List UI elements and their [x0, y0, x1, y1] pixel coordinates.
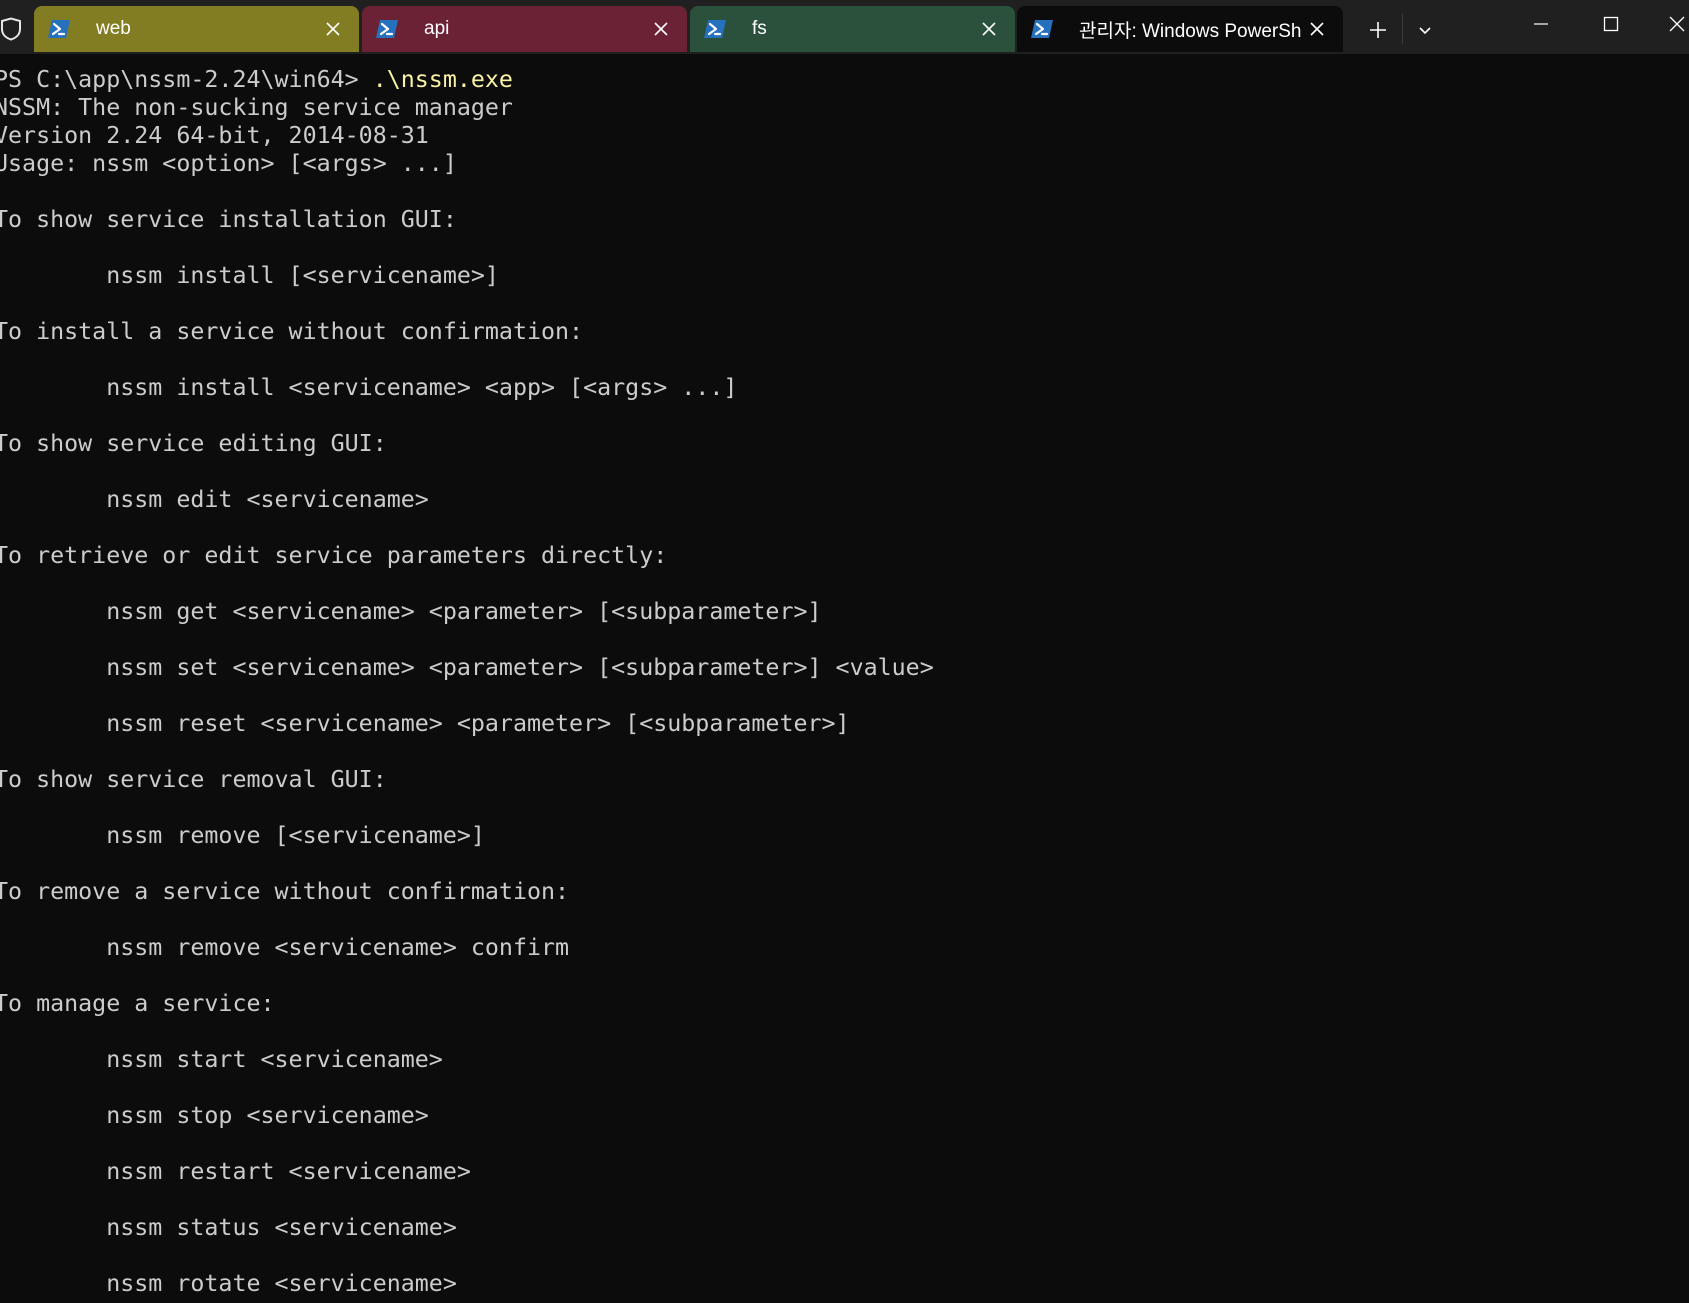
- output-line: To show service editing GUI:: [0, 430, 387, 457]
- new-tab-button[interactable]: [1360, 12, 1396, 48]
- output-line: To install a service without confirmatio…: [0, 318, 584, 345]
- powershell-icon: [376, 20, 398, 38]
- terminal-lines: PS C:\app\nssm-2.24\win64> .\nssm.exe NS…: [0, 66, 934, 1298]
- tab-dropdown-button[interactable]: [1407, 12, 1443, 48]
- terminal-window: web api fs 관리자: Windows PowerSh PS C:\ap…: [0, 0, 1689, 1303]
- powershell-icon: [1031, 20, 1053, 38]
- tab-admin-powershell[interactable]: 관리자: Windows PowerSh: [1017, 6, 1343, 52]
- output-line: To remove a service without confirmation…: [0, 878, 570, 905]
- chevron-down-icon: [1419, 27, 1431, 35]
- close-icon: [1669, 16, 1685, 32]
- output-line: nssm remove <servicename> confirm: [0, 934, 570, 961]
- output-line: nssm rotate <servicename>: [0, 1270, 457, 1297]
- prompt-line: PS C:\app\nssm-2.24\win64> .\nssm.exe: [0, 66, 934, 94]
- tab-divider: [1402, 14, 1403, 44]
- output-line: nssm get <servicename> <parameter> [<sub…: [0, 598, 822, 625]
- powershell-icon: [48, 20, 70, 38]
- output-line: nssm set <servicename> <parameter> [<sub…: [0, 654, 934, 681]
- output-line: To retrieve or edit service parameters d…: [0, 542, 668, 569]
- powershell-icon: [704, 20, 726, 38]
- output-line: nssm reset <servicename> <parameter> [<s…: [0, 710, 850, 737]
- tab-api[interactable]: api: [362, 6, 687, 52]
- maximize-button[interactable]: [1576, 0, 1646, 48]
- output-line: nssm install <servicename> <app> [<args>…: [0, 374, 738, 401]
- tab-fs[interactable]: fs: [690, 6, 1015, 52]
- output-line: To show service removal GUI:: [0, 766, 387, 793]
- command: .\nssm.exe: [372, 66, 513, 93]
- terminal-output[interactable]: PS C:\app\nssm-2.24\win64> .\nssm.exe NS…: [0, 54, 1689, 1303]
- close-icon[interactable]: [1303, 15, 1331, 43]
- output-line: nssm stop <servicename>: [0, 1102, 429, 1129]
- title-bar: web api fs 관리자: Windows PowerSh: [0, 0, 1689, 54]
- output-line: To manage a service:: [0, 990, 275, 1017]
- output-line: nssm install [<servicename>]: [0, 262, 499, 289]
- tab-label: fs: [752, 18, 767, 39]
- close-icon[interactable]: [975, 15, 1003, 43]
- output-line: nssm edit <servicename>: [0, 486, 429, 513]
- close-icon[interactable]: [647, 15, 675, 43]
- output-line: NSSM: The non-sucking service manager: [0, 94, 513, 121]
- minimize-icon: [1534, 23, 1548, 25]
- window-close-button[interactable]: [1646, 0, 1689, 48]
- output-line: nssm start <servicename>: [0, 1046, 443, 1073]
- minimize-button[interactable]: [1506, 0, 1576, 48]
- tab-label: 관리자: Windows PowerSh: [1079, 20, 1302, 42]
- plus-icon: [1370, 22, 1386, 38]
- output-line: nssm status <servicename>: [0, 1214, 457, 1241]
- tab-label: api: [424, 18, 450, 39]
- output-line: nssm remove [<servicename>]: [0, 822, 485, 849]
- output-line: nssm restart <servicename>: [0, 1158, 471, 1185]
- output-line: To show service installation GUI:: [0, 206, 457, 233]
- tab-web[interactable]: web: [34, 6, 359, 52]
- output-line: Usage: nssm <option> [<args> ...]: [0, 150, 457, 177]
- output-line: Version 2.24 64-bit, 2014-08-31: [0, 122, 429, 149]
- tab-label: web: [96, 18, 131, 39]
- prompt: PS C:\app\nssm-2.24\win64>: [0, 66, 373, 93]
- maximize-icon: [1603, 16, 1619, 32]
- close-icon[interactable]: [319, 15, 347, 43]
- shield-icon: [0, 17, 21, 41]
